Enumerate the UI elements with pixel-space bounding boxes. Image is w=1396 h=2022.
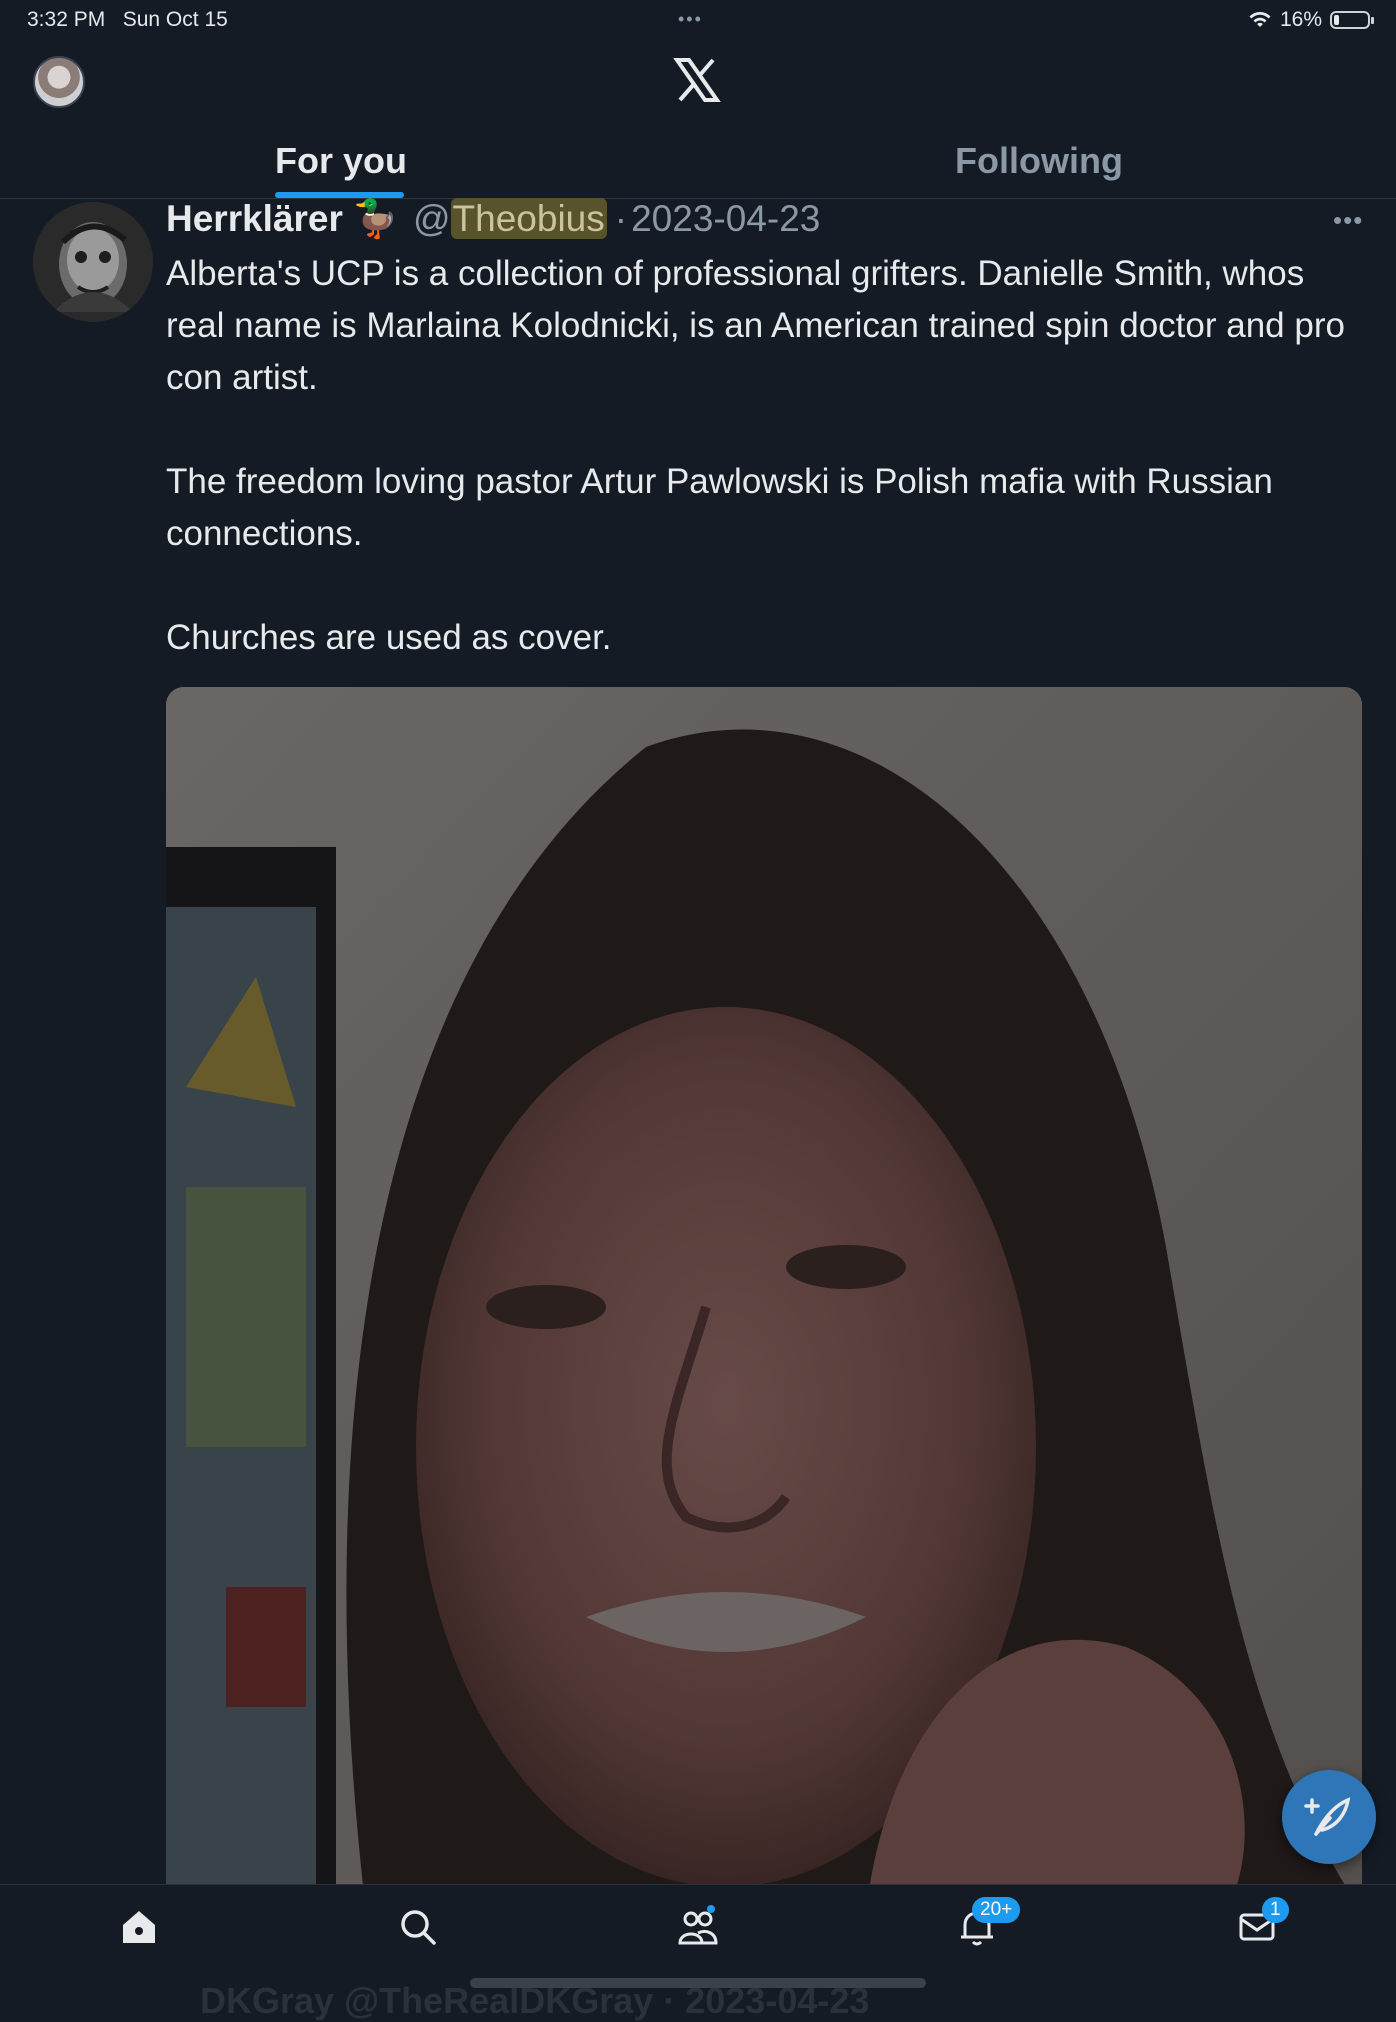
tweet-paragraph: Churches are used as cover. (166, 618, 612, 657)
tweet-media-video[interactable] (166, 687, 1362, 1912)
compose-feather-icon (1304, 1797, 1351, 1836)
separator-dot: · (614, 198, 628, 239)
battery-icon (1330, 11, 1374, 29)
search-icon[interactable] (396, 1905, 440, 1949)
communities-icon[interactable] (676, 1905, 720, 1949)
tweet-paragraph: Alberta's UCP is a collection of profess… (166, 254, 1345, 397)
home-icon[interactable] (117, 1905, 161, 1949)
tab-following[interactable]: Following (955, 140, 1123, 182)
tab-for-you[interactable]: For you (275, 140, 407, 182)
video-frame-image (166, 687, 1362, 1912)
tweet-text: Alberta's UCP is a collection of profess… (166, 248, 1356, 716)
status-bar: 3:32 PM Sun Oct 15 ••• 16% (0, 0, 1396, 40)
tweet-header: Herrklärer 🦆 @Theobius · 2023-04-23 (166, 196, 820, 242)
home-indicator-bar[interactable] (470, 1978, 926, 1988)
battery-percent: 16% (1279, 8, 1322, 31)
timeline-tabs: For you Following (0, 130, 1396, 199)
profile-avatar[interactable] (33, 56, 85, 108)
status-time: 3:32 PM Sun Oct 15 (27, 8, 228, 31)
compose-button[interactable] (1282, 1770, 1376, 1864)
notifications-badge: 20+ (972, 1897, 1021, 1923)
status-indicators: 16% (1248, 8, 1374, 32)
more-options-icon[interactable]: ••• (1333, 205, 1363, 236)
multitasking-dots[interactable]: ••• (678, 9, 703, 30)
messages-badge: 1 (1262, 1897, 1289, 1923)
tweet-date[interactable]: 2023-04-23 (631, 198, 820, 240)
author-avatar[interactable] (33, 202, 153, 322)
battery-level-fill (1334, 15, 1340, 25)
wifi-icon (1249, 12, 1271, 27)
duck-emoji: 🦆 (352, 197, 399, 239)
author-handle[interactable]: @Theobius (409, 196, 611, 242)
tweet-paragraph: The freedom loving pastor Artur Pawlowsk… (166, 462, 1273, 553)
author-name[interactable]: Herrklärer (166, 198, 343, 240)
x-logo-icon[interactable] (673, 56, 721, 104)
